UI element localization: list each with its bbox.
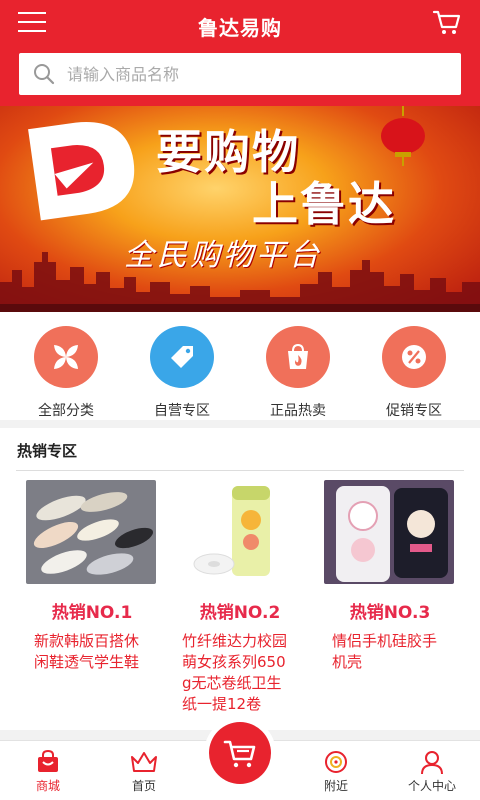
product-image-shoes xyxy=(26,480,156,584)
category-label: 全部分类 xyxy=(38,403,94,419)
category-label: 促销专区 xyxy=(386,403,442,419)
tab-label: 首页 xyxy=(131,779,156,793)
category-self-operated[interactable]: 自营专区 xyxy=(127,312,237,420)
product-card[interactable]: 热销NO.2 竹纤维达力校园萌女孩系列650g无芯卷纸卫生纸一提12卷 xyxy=(166,480,316,715)
category-promotion[interactable]: 促销专区 xyxy=(359,312,469,420)
product-name: 竹纤维达力校园萌女孩系列650g无芯卷纸卫生纸一提12卷 xyxy=(182,632,288,713)
tab-label: 个人中心 xyxy=(407,779,456,793)
tab-label: 商城 xyxy=(35,779,60,793)
product-rank: 热销NO.1 xyxy=(51,603,133,623)
crown-icon xyxy=(131,752,157,772)
product-rank: 热销NO.2 xyxy=(199,603,281,623)
product-card[interactable]: 热销NO.3 情侣手机硅胶手机壳 xyxy=(316,480,466,673)
center-cart-button[interactable] xyxy=(204,717,276,789)
search-bar[interactable] xyxy=(19,53,461,95)
category-grid: 全部分类 自营专区 正品热卖 促销专区 xyxy=(0,312,480,420)
product-rank: 热销NO.3 xyxy=(349,603,431,623)
product-image-phonecase xyxy=(324,480,454,584)
category-label: 正品热卖 xyxy=(270,403,326,419)
product-image-tissue xyxy=(174,480,304,584)
product-name: 新款韩版百搭休闲鞋透气学生鞋 xyxy=(34,632,140,671)
search-input[interactable] xyxy=(67,64,447,84)
product-name: 情侣手机硅胶手机壳 xyxy=(332,632,438,671)
promo-banner[interactable]: 要购物 上鲁达 全民购物平台 xyxy=(0,106,480,312)
tab-label: 附近 xyxy=(323,779,348,793)
banner-slogan: 全民购物平台 xyxy=(124,238,322,273)
app-title: 鲁达易购 xyxy=(198,16,282,40)
tab-nearby[interactable]: 附近 xyxy=(296,749,376,794)
tab-home[interactable]: 首页 xyxy=(104,749,184,794)
cart-icon[interactable] xyxy=(432,8,462,36)
app-header: 鲁达易购 xyxy=(0,0,480,106)
cart-icon xyxy=(209,722,271,784)
brand-logo xyxy=(28,122,135,221)
product-card[interactable]: 热销NO.1 新款韩版百搭休闲鞋透气学生鞋 xyxy=(18,480,168,673)
category-genuine-hot[interactable]: 正品热卖 xyxy=(243,312,353,420)
hot-bag-icon xyxy=(266,326,330,388)
search-icon xyxy=(29,59,59,89)
user-icon xyxy=(421,751,443,775)
category-all[interactable]: 全部分类 xyxy=(11,312,121,420)
banner-headline-2: 上鲁达 xyxy=(252,177,396,231)
shop-bag-icon xyxy=(38,749,58,772)
hot-sale-section: 热销专区 热销NO.1 新款韩版百搭休闲鞋透气学生鞋 热销NO.2 竹纤维达力校… xyxy=(0,428,480,730)
lantern-image xyxy=(381,106,425,166)
bottom-tab-bar: 商城 首页 附近 个人中心 xyxy=(0,717,480,800)
tag-icon xyxy=(150,326,214,388)
percent-icon xyxy=(382,326,446,388)
category-label: 自营专区 xyxy=(154,403,210,419)
location-icon xyxy=(325,751,347,773)
section-title: 热销专区 xyxy=(17,442,78,460)
tab-mall[interactable]: 商城 xyxy=(8,749,88,794)
divider xyxy=(16,470,464,471)
grid-leaf-icon xyxy=(34,326,98,388)
tab-profile[interactable]: 个人中心 xyxy=(392,749,472,794)
